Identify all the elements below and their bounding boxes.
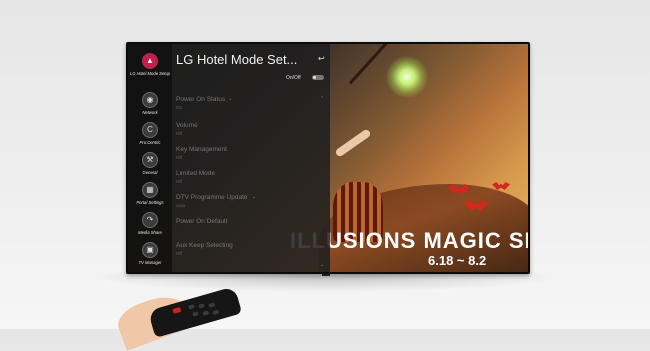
sidebar-item-label: General: [142, 170, 158, 175]
wrench-icon: ⚒: [142, 152, 158, 168]
sidebar-item-procentric[interactable]: C Pro:Centric: [128, 122, 172, 145]
artwork-magic-glow: [386, 56, 428, 98]
chevron-down-icon[interactable]: ⌄: [320, 262, 324, 268]
remote-button: [208, 302, 216, 308]
menu-item-value: Off: [176, 179, 182, 184]
menu-item-key-management[interactable]: Key Management: [176, 146, 227, 153]
sidebar-item-label: TV Manager: [138, 260, 162, 265]
menu-item-dtv-programme-update[interactable]: DTV Programme Update: [176, 194, 248, 201]
chevron-down-icon: ⌄: [228, 96, 233, 102]
remote-button: [198, 303, 206, 309]
menu-item-value: Off: [176, 155, 182, 160]
sidebar-item-label: LG Hotel Mode Setup: [129, 71, 171, 76]
portal-icon: ▦: [142, 182, 158, 198]
sidebar-item-portal-settings[interactable]: ▦ Portal Settings: [128, 182, 172, 205]
menu-item-volume[interactable]: Volume: [176, 122, 198, 129]
tv-frame: ILLUSIONS MAGIC SHOW 6.18 ~ 8.2 ▲ LG Hot…: [126, 42, 530, 274]
artwork-arm: [334, 128, 372, 158]
remote-control: [147, 286, 243, 338]
menu-item-value: Off: [176, 131, 182, 136]
procentric-icon: C: [142, 122, 158, 138]
hotel-mode-toggle[interactable]: [312, 75, 324, 80]
share-icon: ↷: [142, 212, 158, 228]
show-dates: 6.18 ~ 8.2: [428, 253, 487, 268]
sidebar-item-tv-manager[interactable]: ▣ TV Manager: [128, 242, 172, 265]
sidebar-item-label: Portal Settings: [136, 200, 164, 205]
remote-button: [202, 310, 210, 316]
hotel-icon: ▲: [142, 53, 158, 69]
sidebar-item-label: Pro:Centric: [139, 140, 161, 145]
sidebar-item-network[interactable]: ◉ Network: [128, 92, 172, 115]
tv-manager-icon: ▣: [142, 242, 158, 258]
sidebar-item-general[interactable]: ⚒ General: [128, 152, 172, 175]
network-icon: ◉: [142, 92, 158, 108]
sidebar-item-label: Media Share: [138, 230, 162, 235]
menu-item-power-on-status[interactable]: Power On Status: [176, 96, 225, 103]
sidebar-item-media-share[interactable]: ↷ Media Share: [128, 212, 172, 235]
remote-button: [192, 311, 199, 317]
hotel-mode-panel: LG Hotel Mode Set... ↩ On/Off Power On S…: [172, 44, 330, 272]
sidebar-item-label: Network: [142, 110, 158, 115]
remote-button: [187, 304, 195, 310]
onoff-label: On/Off: [286, 75, 301, 81]
menu-item-value: Off: [176, 251, 182, 256]
menu-item-value: Auto: [176, 203, 186, 208]
chevron-down-icon: ⌄: [252, 194, 257, 200]
tv-screen: ILLUSIONS MAGIC SHOW 6.18 ~ 8.2 ▲ LG Hot…: [128, 44, 528, 272]
menu-item-power-on-default[interactable]: Power On Default: [176, 218, 227, 225]
tv-stand: [322, 274, 330, 276]
menu-item-aux-keep-selecting[interactable]: Aux Keep Selecting: [176, 242, 233, 249]
menu-item-limited-mode[interactable]: Limited Mode: [176, 170, 215, 177]
panel-title: LG Hotel Mode Set...: [176, 52, 298, 67]
remote-button: [212, 309, 220, 316]
back-icon[interactable]: ↩: [318, 54, 325, 63]
chevron-up-icon[interactable]: ⌃: [320, 96, 324, 102]
settings-sidebar: ▲ LG Hotel Mode Setup ◉ Network C Pro:Ce…: [128, 44, 172, 272]
power-button: [172, 306, 182, 314]
menu-item-value: On: [176, 105, 183, 110]
sidebar-item-hotel-mode[interactable]: ▲ LG Hotel Mode Setup: [128, 53, 172, 76]
